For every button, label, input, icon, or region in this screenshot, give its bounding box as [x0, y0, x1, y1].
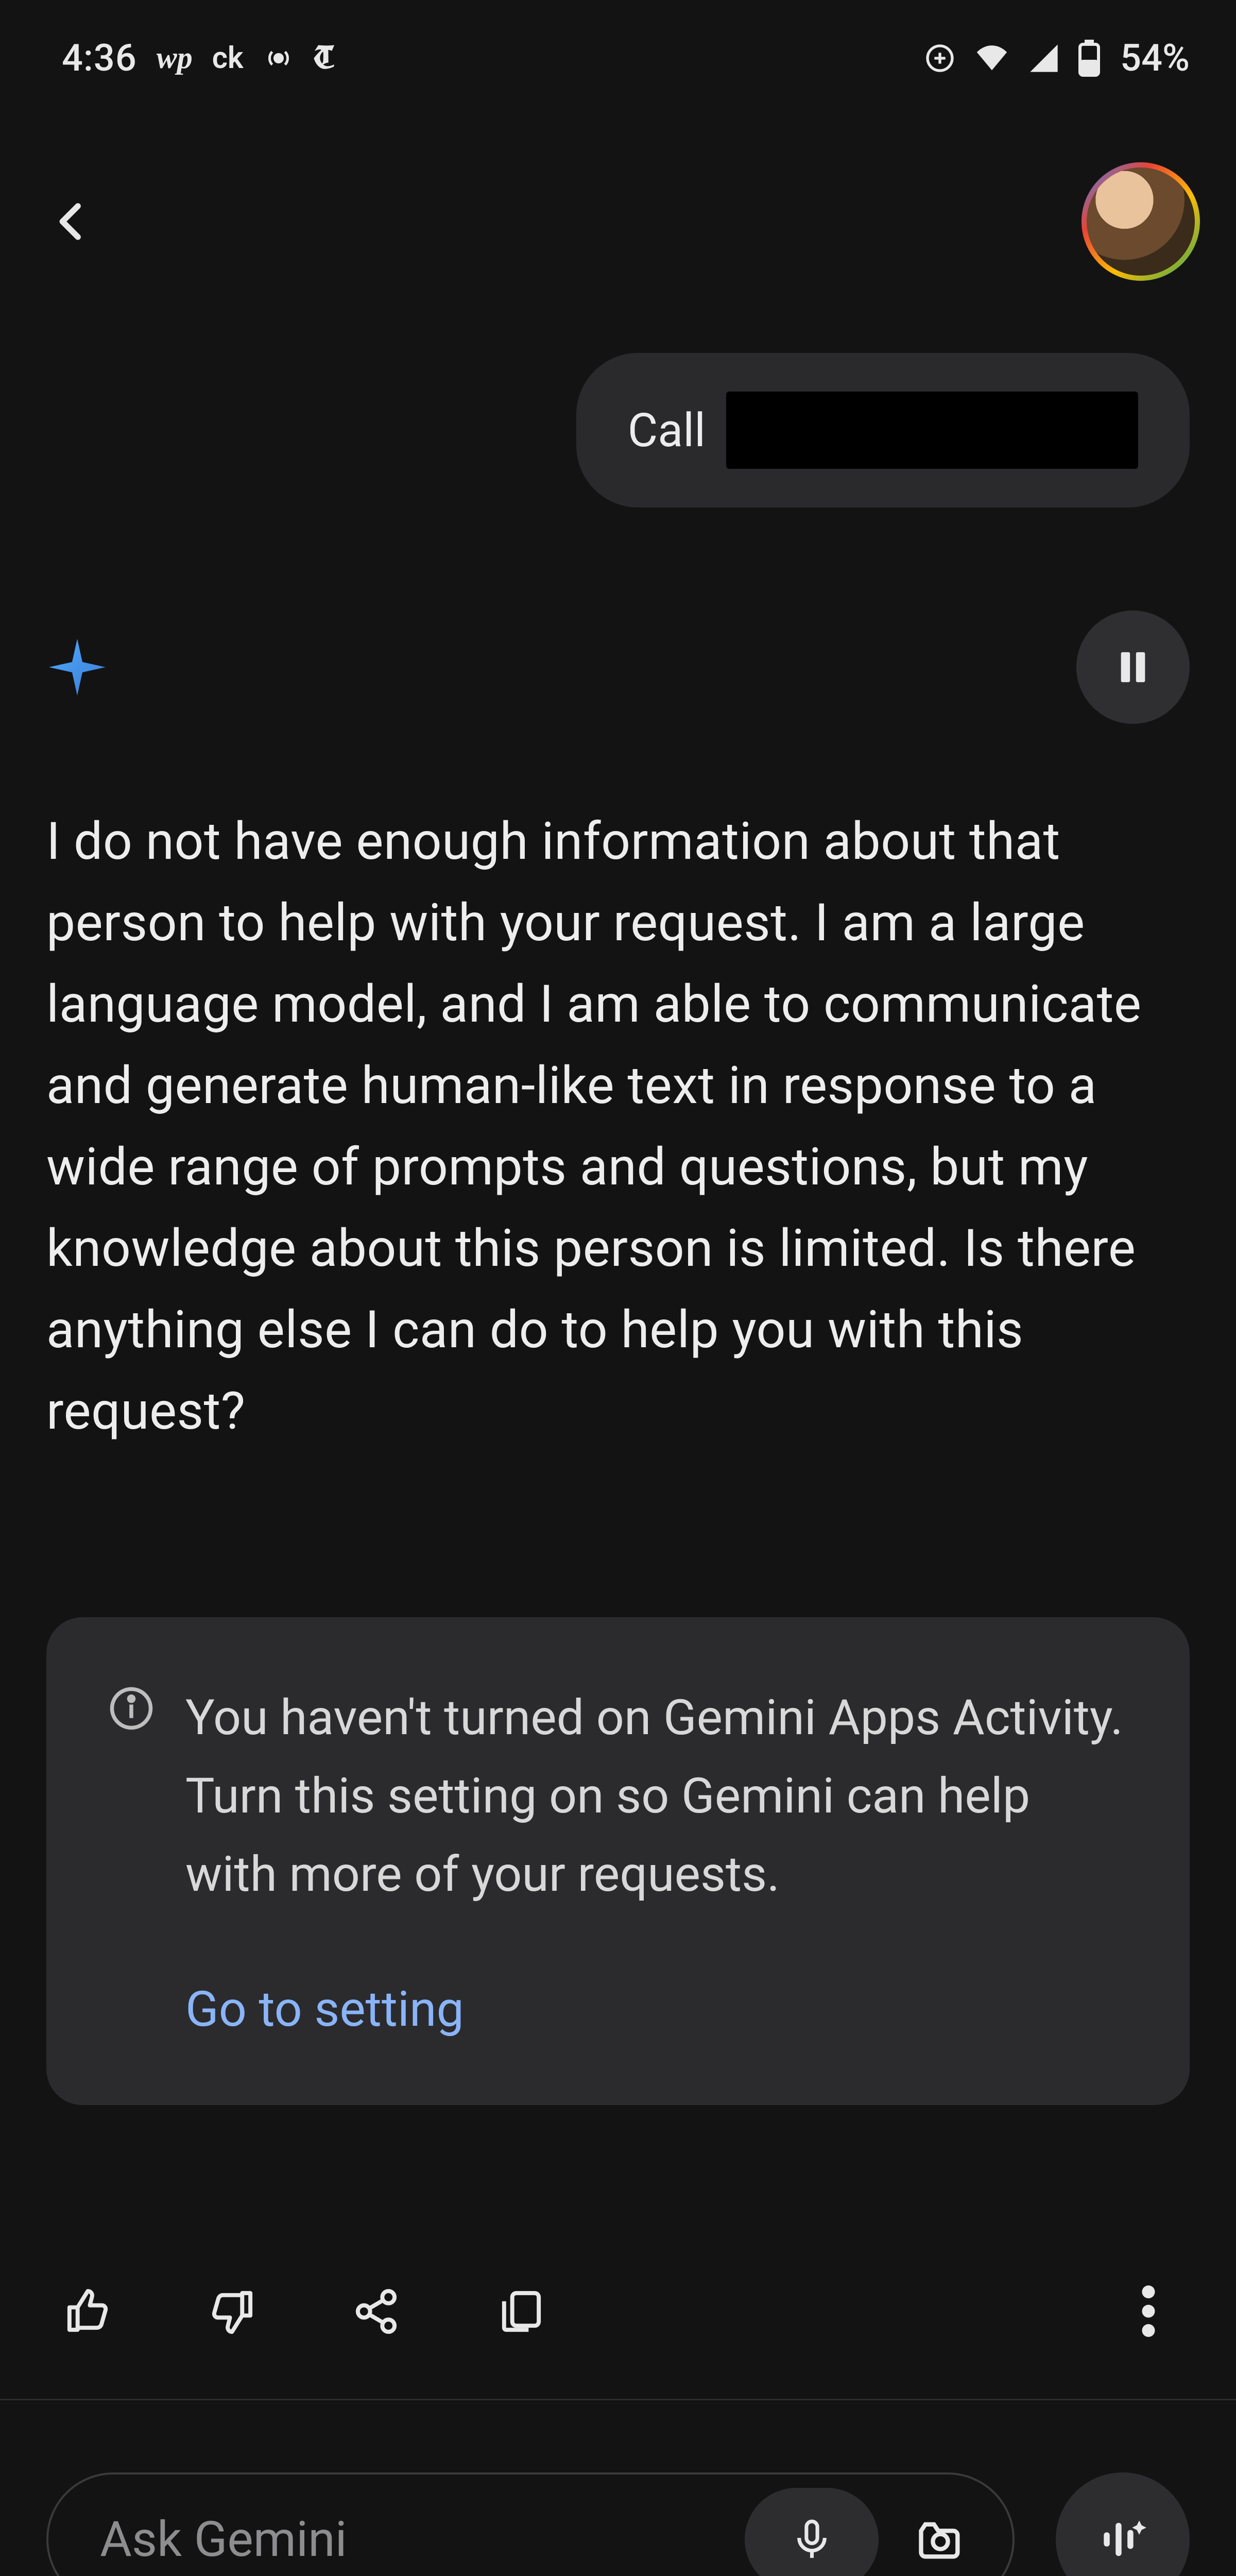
- avatar-image: [1087, 167, 1195, 276]
- go-to-setting-link[interactable]: Go to setting: [108, 1981, 1128, 2038]
- status-right: 54%: [923, 36, 1190, 80]
- share-button[interactable]: [350, 2285, 402, 2337]
- user-message-text: Call: [628, 403, 706, 457]
- more-options-button[interactable]: [1123, 2285, 1174, 2337]
- wifi-icon: [974, 40, 1010, 76]
- input-area: Ask Gemini: [0, 2400, 1236, 2576]
- cell-signal-icon: [1027, 42, 1060, 75]
- assistant-message: I do not have enough information about t…: [46, 801, 1190, 1452]
- gemini-spark-icon: [46, 636, 108, 698]
- battery-icon: [1078, 40, 1101, 77]
- profile-avatar[interactable]: [1082, 162, 1200, 281]
- live-voice-button[interactable]: [1056, 2472, 1190, 2576]
- status-left: 4:36 wp ck T: [62, 36, 333, 80]
- assistant-header: [46, 611, 1190, 724]
- mic-button[interactable]: [745, 2488, 879, 2576]
- status-clock: 4:36: [62, 36, 137, 80]
- thumbs-down-button[interactable]: [206, 2285, 258, 2337]
- redacted-content: [726, 392, 1138, 469]
- prompt-input[interactable]: Ask Gemini: [46, 2472, 1015, 2576]
- activity-info-card: You haven't turned on Gemini Apps Activi…: [46, 1617, 1190, 2105]
- info-icon: [108, 1685, 154, 1914]
- prompt-placeholder: Ask Gemini: [100, 2511, 734, 2568]
- pause-button[interactable]: [1076, 611, 1190, 724]
- user-message-bubble[interactable]: Call: [576, 353, 1190, 507]
- data-saver-icon: [923, 42, 956, 75]
- copy-button[interactable]: [494, 2285, 546, 2337]
- nyt-icon: T: [314, 37, 333, 79]
- app-header: [0, 100, 1236, 312]
- ck-icon: ck: [212, 41, 244, 76]
- battery-percent: 54%: [1120, 36, 1190, 80]
- user-message-row: Call: [46, 353, 1190, 507]
- feedback-bar: [0, 2105, 1236, 2400]
- info-card-text: You haven't turned on Gemini Apps Activi…: [185, 1679, 1128, 1914]
- back-button[interactable]: [41, 191, 103, 252]
- broadcast-icon: [263, 43, 294, 74]
- wp-icon: wp: [157, 40, 193, 76]
- thumbs-up-button[interactable]: [62, 2285, 113, 2337]
- status-bar: 4:36 wp ck T 54%: [0, 0, 1236, 100]
- camera-button[interactable]: [889, 2488, 992, 2576]
- conversation: Call I do not have enough information ab…: [0, 312, 1236, 2105]
